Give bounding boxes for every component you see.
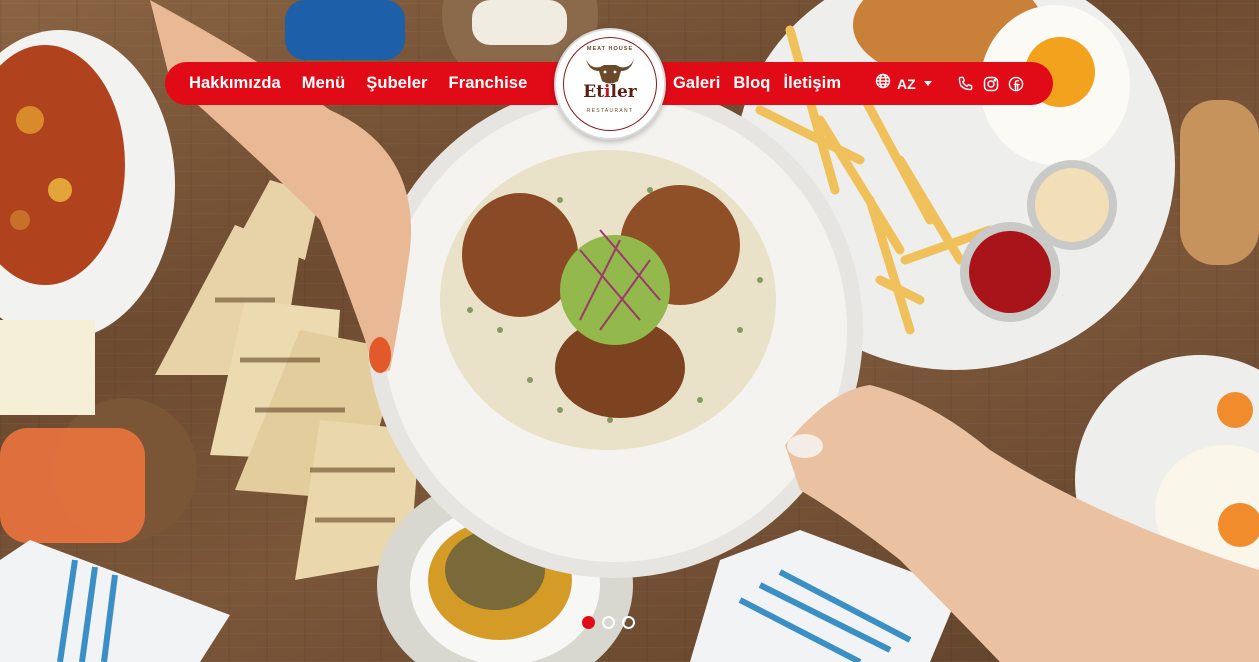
slider-dot-3[interactable]: [622, 616, 635, 629]
slider-dot-1[interactable]: [582, 616, 595, 629]
nav-link-contact[interactable]: İletişim: [783, 74, 841, 93]
brand-logo[interactable]: MEAT HOUSE Etiler RESTAURANT: [554, 28, 666, 140]
chevron-down-icon: [923, 81, 932, 86]
language-current-label: AZ: [897, 75, 916, 92]
language-selector[interactable]: AZ: [875, 62, 932, 105]
nav-link-blog[interactable]: Bloq: [733, 74, 770, 93]
slider-dot-2[interactable]: [602, 616, 615, 629]
facebook-icon[interactable]: [1007, 75, 1024, 92]
globe-icon: [875, 73, 891, 94]
logo-tagline-bottom: RESTAURANT: [586, 108, 634, 114]
nav-link-branches[interactable]: Şubeler: [366, 74, 427, 93]
nav-right-group: Galeri Bloq İletişim: [673, 62, 841, 105]
nav-link-menu[interactable]: Menü: [302, 74, 345, 93]
bull-head-icon: [586, 59, 634, 84]
nav-link-gallery[interactable]: Galeri: [673, 74, 720, 93]
phone-icon[interactable]: [957, 75, 974, 92]
logo-wordmark-prefix: Et: [583, 82, 605, 102]
logo-wordmark-suffix: ler: [610, 82, 637, 102]
nav-left-group: Hakkımızda Menü Şubeler Franchise: [189, 62, 527, 105]
nav-link-franchise[interactable]: Franchise: [449, 74, 528, 93]
logo-tagline-top: MEAT HOUSE: [586, 46, 634, 52]
nav-link-about[interactable]: Hakkımızda: [189, 74, 281, 93]
social-links: [957, 62, 1024, 105]
logo-wordmark: Etiler: [556, 82, 664, 102]
instagram-icon[interactable]: [982, 75, 999, 92]
slider-pagination: [582, 616, 635, 629]
